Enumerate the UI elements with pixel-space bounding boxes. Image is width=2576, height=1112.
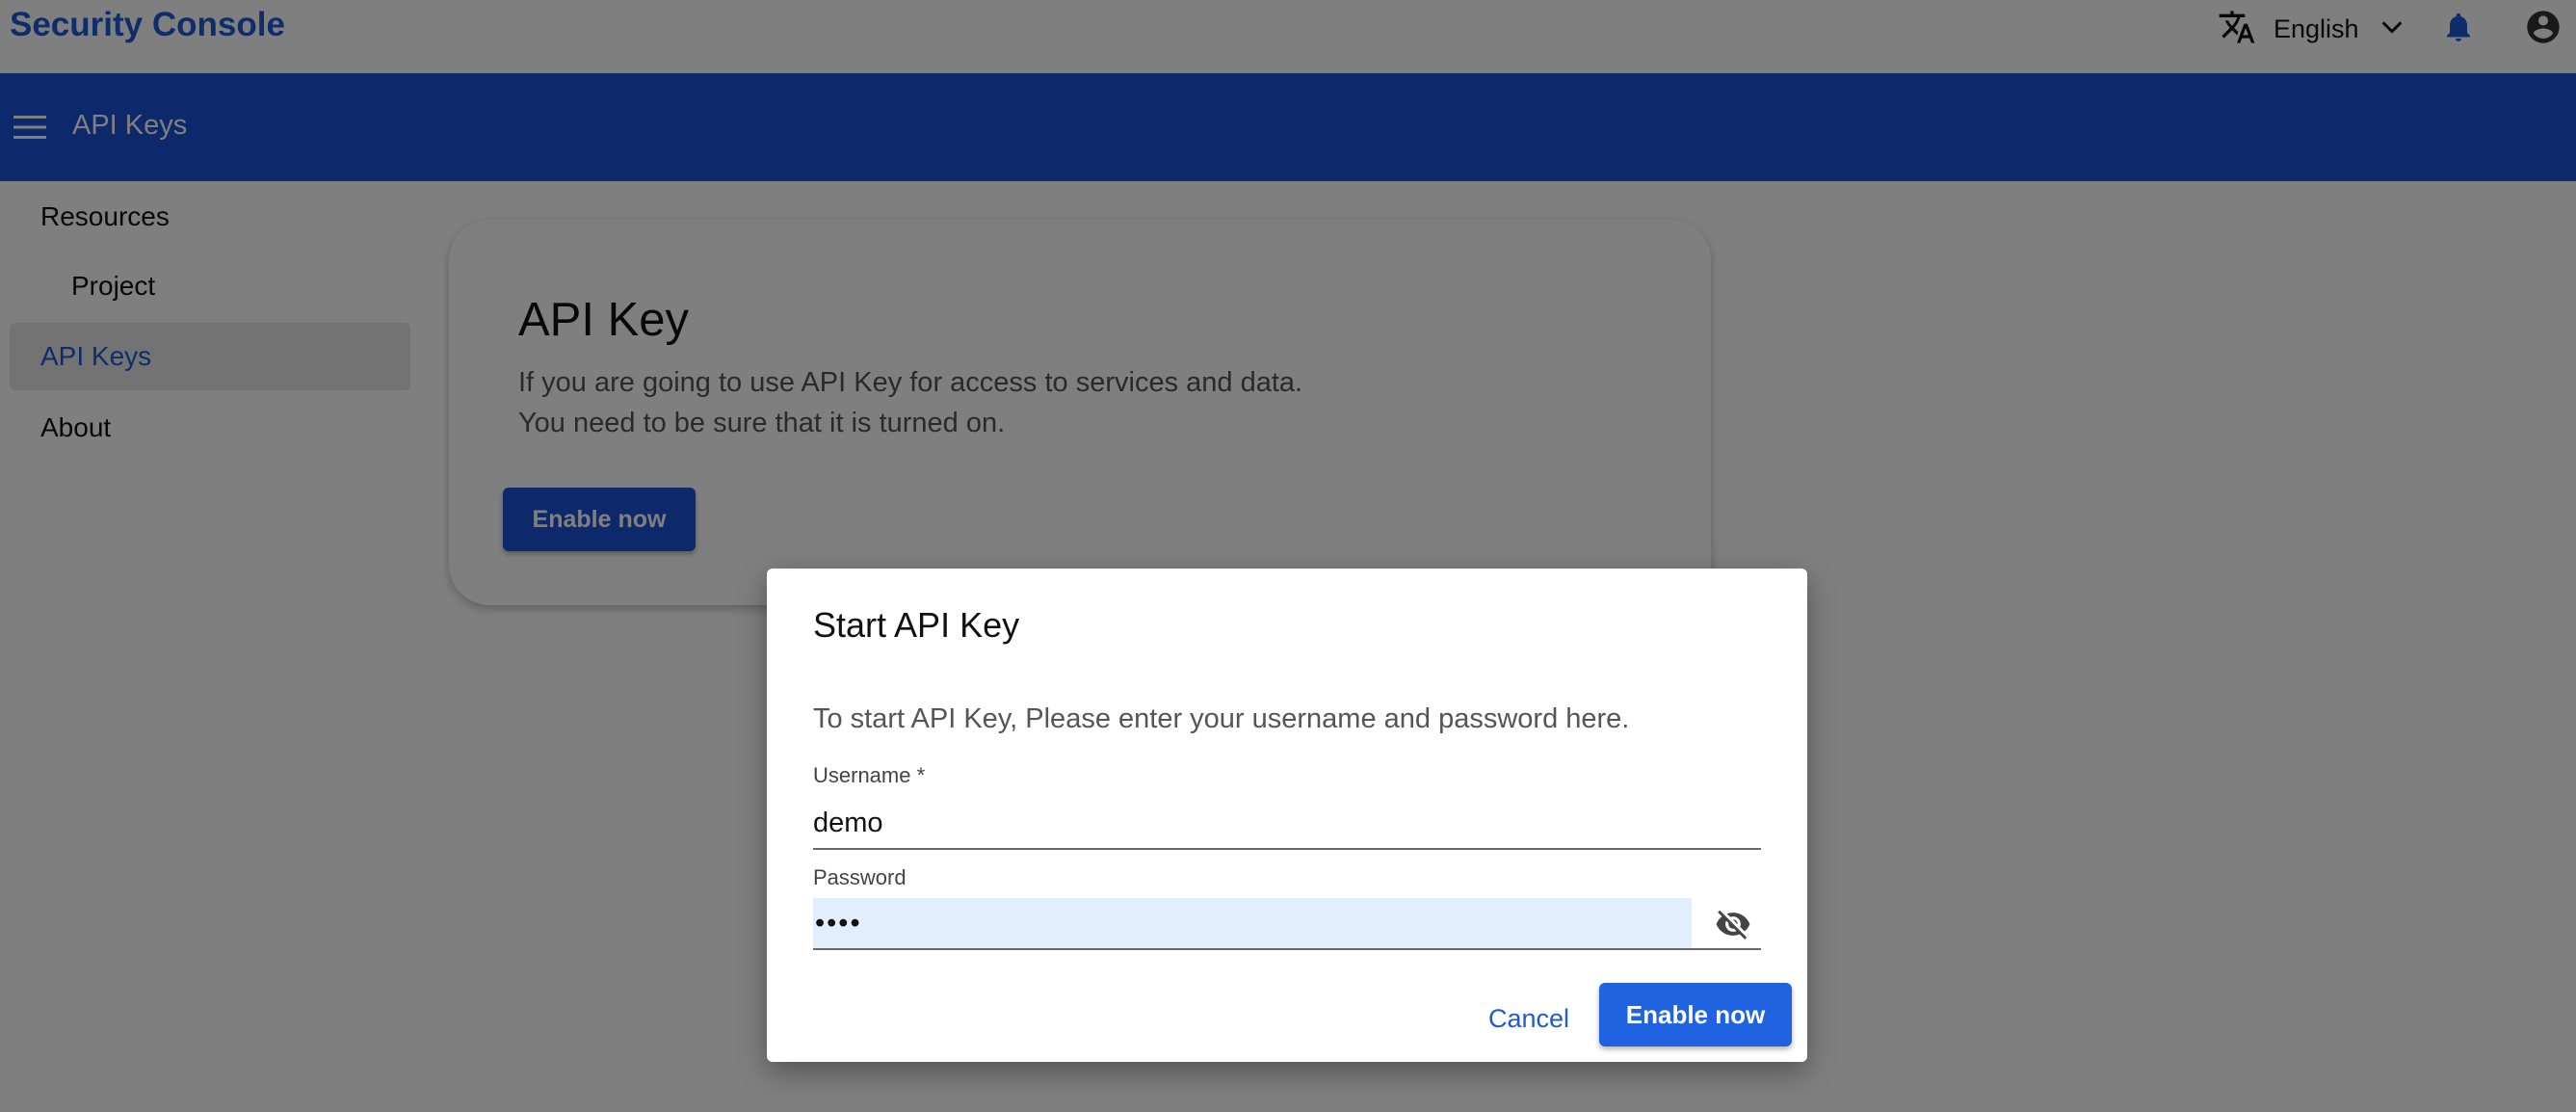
dialog-enable-now-button[interactable]: Enable now bbox=[1599, 983, 1792, 1046]
username-label: Username * bbox=[813, 763, 926, 787]
cancel-button[interactable]: Cancel bbox=[1466, 987, 1591, 1050]
dialog-description: To start API Key, Please enter your user… bbox=[813, 703, 1630, 734]
dialog-title: Start API Key bbox=[813, 605, 1020, 645]
password-label: Password bbox=[813, 865, 907, 889]
password-field[interactable] bbox=[813, 907, 1680, 940]
eye-off-icon[interactable] bbox=[1713, 906, 1753, 942]
username-field-container bbox=[813, 798, 1761, 850]
password-field-container bbox=[813, 898, 1761, 950]
username-field[interactable] bbox=[813, 807, 1761, 839]
app-root: Security Console English API Keys bbox=[0, 0, 2576, 1112]
start-api-key-dialog: Start API Key To start API Key, Please e… bbox=[767, 569, 1807, 1062]
